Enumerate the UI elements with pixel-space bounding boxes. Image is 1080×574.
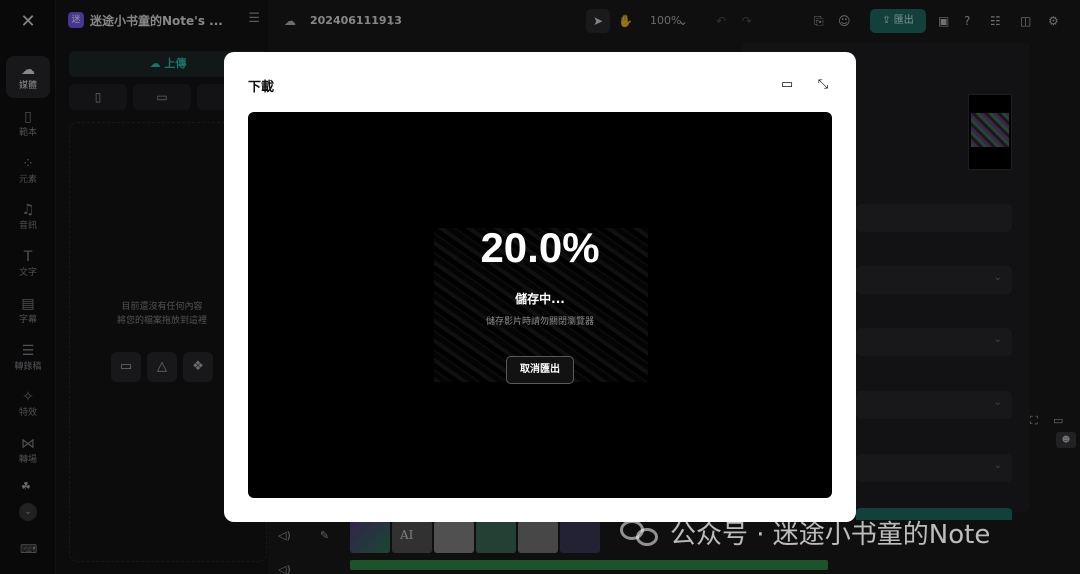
saving-hint: 儲存影片時請勿關閉瀏覽器	[485, 317, 594, 327]
cancel-export-button[interactable]: 取消匯出	[506, 356, 574, 384]
saving-status: 儲存中...	[515, 292, 565, 306]
feedback-icon[interactable]: ▭	[778, 76, 796, 94]
download-modal: 下載 ▭ ⤡ 20.0% 儲存中... 儲存影片時請勿關閉瀏覽器 取消匯出	[224, 52, 856, 522]
progress-percent: 20.0%	[480, 224, 600, 271]
minimize-icon[interactable]: ⤡	[814, 76, 832, 94]
export-preview: 20.0% 儲存中... 儲存影片時請勿關閉瀏覽器 取消匯出	[248, 112, 832, 498]
watermark-text: 公众号 · 迷途小书童的Note	[670, 520, 991, 550]
wechat-icon	[618, 518, 662, 548]
modal-title: 下載	[248, 80, 275, 95]
